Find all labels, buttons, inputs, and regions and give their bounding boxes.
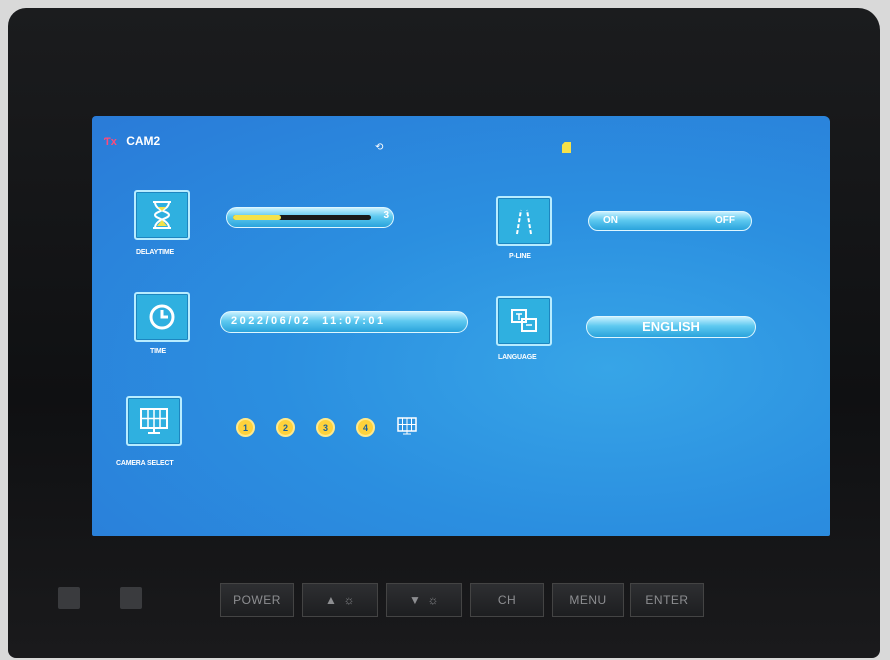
delaytime-tile[interactable] (134, 190, 190, 240)
delaytime-value: 3 (383, 210, 389, 221)
sd-card-icon (562, 142, 571, 153)
delaytime-slider[interactable]: 3 (226, 207, 394, 228)
slider-track (233, 215, 371, 220)
sun-icon: ☼ (343, 593, 355, 607)
time-field[interactable]: 2022/06/02 11:07:01 (220, 311, 468, 333)
language-icon (511, 309, 537, 332)
camera-name: CAM2 (126, 134, 161, 148)
left-square-key-2[interactable] (120, 587, 142, 609)
signal-icon: Ƭx (104, 136, 117, 148)
brightness-up-button[interactable]: ▲ ☼ (302, 583, 378, 617)
language-value: ENGLISH (642, 319, 700, 334)
language-select[interactable]: ENGLISH (586, 316, 756, 338)
ch-label: CH (497, 593, 517, 607)
quad-grid-button-icon[interactable] (396, 416, 418, 436)
power-button[interactable]: POWER (220, 583, 294, 617)
enter-button[interactable]: ENTER (630, 583, 704, 617)
pline-toggle[interactable]: ON OFF (588, 211, 752, 231)
camera-2-button[interactable]: 2 (276, 418, 295, 437)
menu-label: MENU (569, 593, 607, 607)
brightness-up-arrow: ▲ (325, 593, 338, 607)
status-bar: Ƭx CAM2 (104, 134, 160, 148)
time-tile[interactable] (134, 292, 190, 342)
left-square-key-1[interactable] (58, 587, 80, 609)
camera-select-tile[interactable] (126, 396, 182, 446)
sun-icon: ☼ (427, 593, 439, 607)
menu-button[interactable]: MENU (552, 583, 624, 617)
osd-screen: Ƭx CAM2 ⟲ DELAYTIME 3 P-LINE ON OFF TIME… (92, 116, 830, 536)
language-tile[interactable] (496, 296, 552, 346)
enter-label: ENTER (645, 593, 689, 607)
pline-label: P-LINE (509, 253, 531, 260)
pline-on[interactable]: ON (603, 215, 618, 226)
brightness-down-button[interactable]: ▼ ☼ (386, 583, 462, 617)
ch-button[interactable]: CH (470, 583, 544, 617)
brightness-down-arrow: ▼ (409, 593, 422, 607)
camera-3-button[interactable]: 3 (316, 418, 335, 437)
camera-select-label: CAMERA SELECT (116, 460, 174, 467)
pline-tile[interactable] (496, 196, 552, 246)
slider-fill (233, 215, 282, 220)
clock-icon (149, 304, 175, 330)
delaytime-label: DELAYTIME (136, 249, 175, 256)
sync-icon: ⟲ (375, 142, 384, 153)
time-label: TIME (150, 348, 166, 355)
language-label: LANGUAGE (498, 354, 537, 361)
hardware-button-bar: POWER ▲ ☼ ▼ ☼ CH MENU ENTER (0, 573, 890, 643)
hourglass-icon (153, 201, 171, 229)
power-label: POWER (233, 593, 281, 607)
pline-off[interactable]: OFF (715, 215, 735, 226)
parking-line-icon (516, 209, 532, 235)
quad-view-icon (140, 408, 168, 434)
time-value: 2022/06/02 11:07:01 (231, 315, 386, 327)
camera-4-button[interactable]: 4 (356, 418, 375, 437)
camera-1-button[interactable]: 1 (236, 418, 255, 437)
